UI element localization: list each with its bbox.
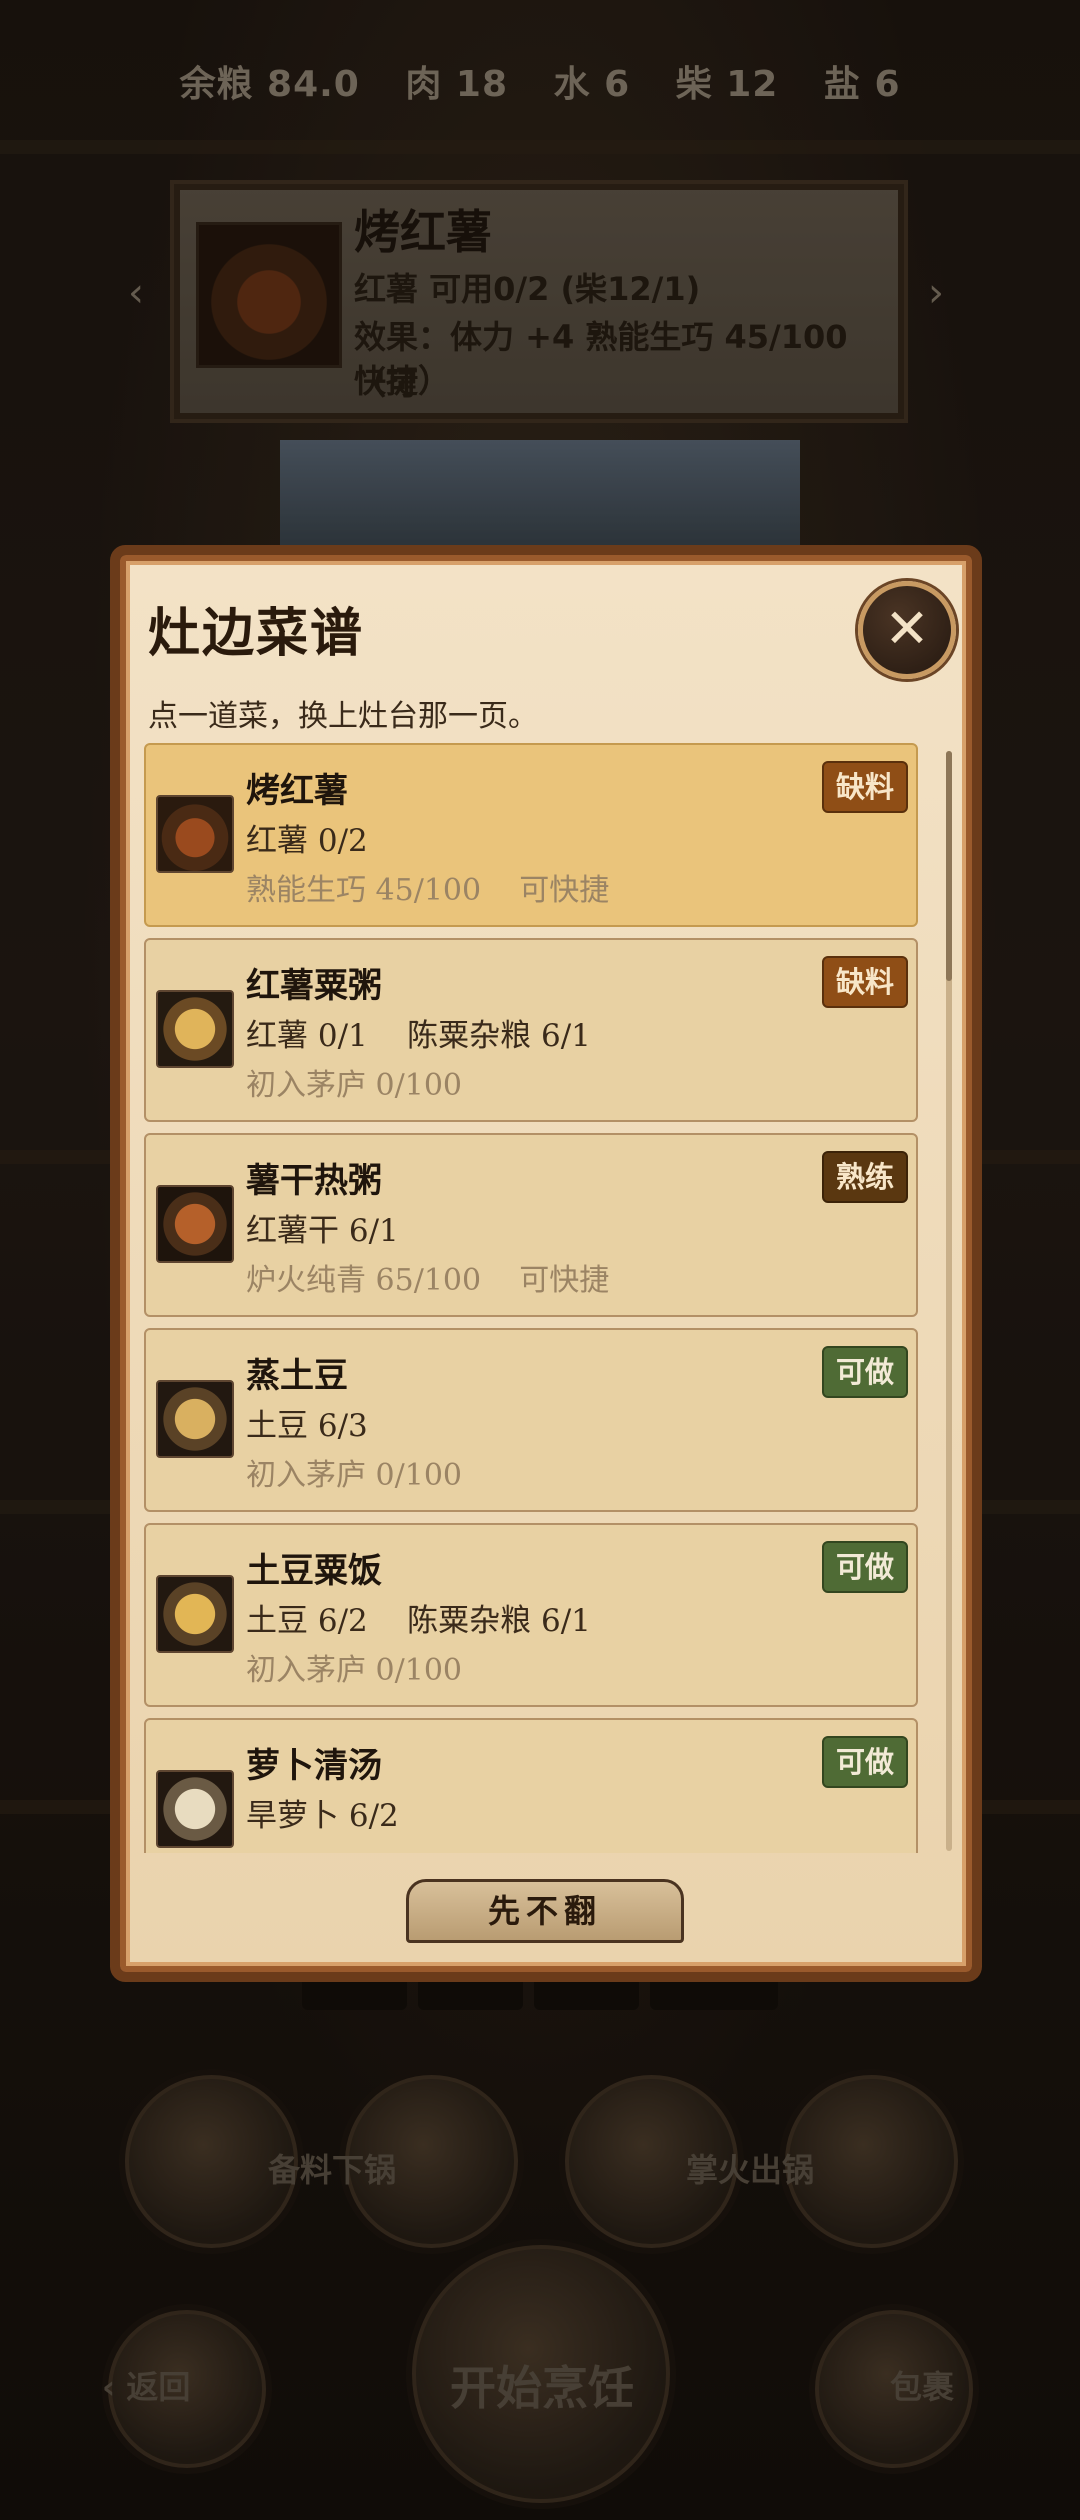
close-button[interactable]: ✕	[858, 581, 956, 679]
scrollbar-thumb[interactable]	[946, 751, 952, 981]
recipe-ingredients: 红薯干 6/1	[246, 1213, 399, 1249]
recipe-list: 烤红薯 红薯 0/2 熟能生巧 45/100 可快捷 缺料 红薯粟粥 红薯 0/…	[144, 743, 940, 1853]
sweet-potato-millet-porridge-image	[156, 990, 234, 1068]
status-badge: 可做	[821, 1346, 908, 1398]
recipe-ingredients: 土豆 6/3	[246, 1408, 368, 1444]
recipe-info: 炉火纯青 65/100 可快捷	[246, 1263, 610, 1298]
potato-millet-rice-image	[156, 1575, 234, 1653]
recipe-name: 土豆粟饭	[246, 1551, 382, 1591]
recipe-name: 蒸土豆	[246, 1356, 348, 1396]
recipe-card[interactable]: 红薯粟粥 红薯 0/1 陈粟杂粮 6/1 初入茅庐 0/100 缺料	[144, 938, 918, 1122]
recipe-ingredients: 土豆 6/2 陈粟杂粮 6/1	[246, 1603, 591, 1639]
recipe-name: 烤红薯	[246, 771, 348, 811]
status-badge: 熟练	[821, 1151, 908, 1203]
dried-potato-porridge-image	[156, 1185, 234, 1263]
recipe-card-selected[interactable]: 烤红薯 红薯 0/2 熟能生巧 45/100 可快捷 缺料	[144, 743, 918, 927]
recipe-ingredients: 红薯 0/2	[246, 823, 368, 859]
recipe-card[interactable]: 萝卜清汤 旱萝卜 6/2 可做	[144, 1718, 918, 1853]
recipe-book-modal: 灶边菜谱 ✕ 点一道菜，换上灶台那一页。 烤红薯 红薯 0/2 熟能生巧 45/…	[120, 555, 972, 1972]
modal-title: 灶边菜谱	[148, 603, 365, 664]
status-badge: 可做	[821, 1736, 908, 1788]
recipe-ingredients: 旱萝卜 6/2	[246, 1798, 399, 1834]
recipe-card[interactable]: 蒸土豆 土豆 6/3 初入茅庐 0/100 可做	[144, 1328, 918, 1512]
recipe-ingredients: 红薯 0/1 陈粟杂粮 6/1	[246, 1018, 591, 1054]
roast-sweet-potato-image	[156, 795, 234, 873]
recipe-card[interactable]: 薯干热粥 红薯干 6/1 炉火纯青 65/100 可快捷 熟练	[144, 1133, 918, 1317]
recipe-info: 初入茅庐 0/100	[246, 1458, 462, 1493]
status-badge: 缺料	[821, 761, 908, 813]
recipe-info: 熟能生巧 45/100 可快捷	[246, 873, 610, 908]
recipe-name: 红薯粟粥	[246, 966, 382, 1006]
recipe-name: 薯干热粥	[246, 1161, 382, 1201]
status-badge: 可做	[821, 1541, 908, 1593]
recipe-info: 初入茅庐 0/100	[246, 1653, 462, 1688]
status-badge: 缺料	[821, 956, 908, 1008]
recipe-name: 萝卜清汤	[246, 1746, 382, 1786]
not-now-button[interactable]: 先不翻	[406, 1879, 684, 1943]
radish-soup-image	[156, 1770, 234, 1848]
recipe-info: 初入茅庐 0/100	[246, 1068, 462, 1103]
recipe-card[interactable]: 土豆粟饭 土豆 6/2 陈粟杂粮 6/1 初入茅庐 0/100 可做	[144, 1523, 918, 1707]
steamed-potato-image	[156, 1380, 234, 1458]
modal-subtitle: 点一道菜，换上灶台那一页。	[148, 699, 538, 734]
